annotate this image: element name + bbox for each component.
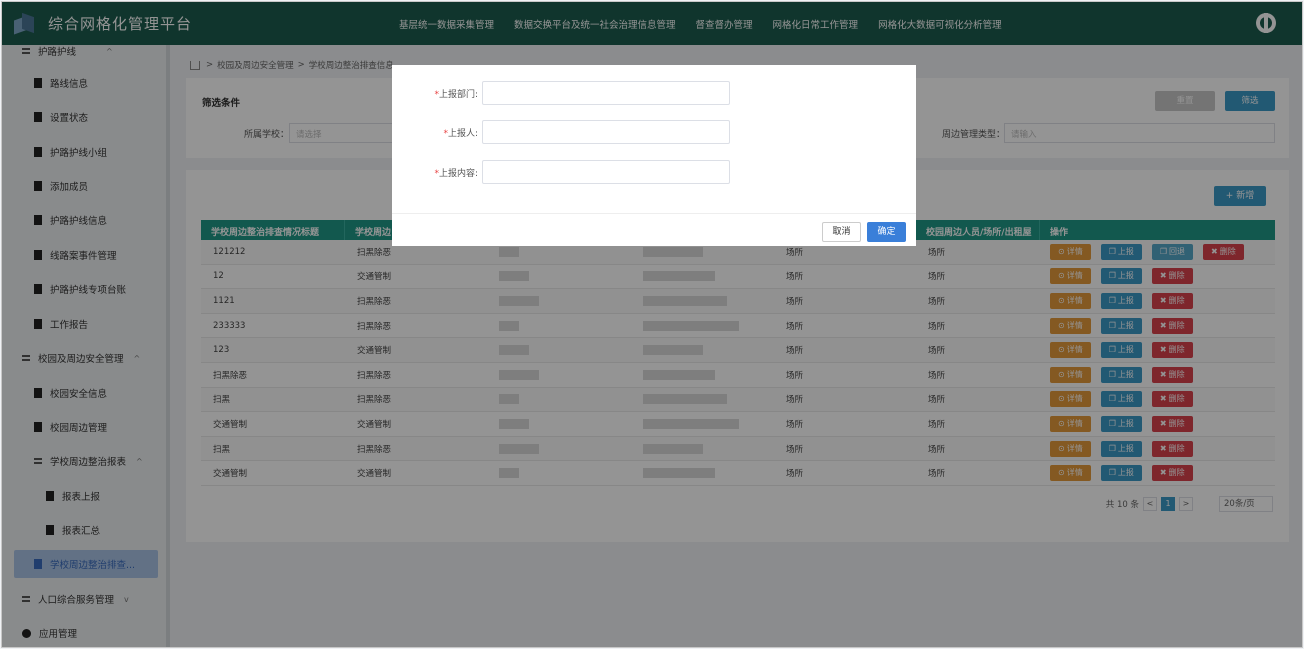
app-window: 综合网格化管理平台 基层统一数据采集管理 数据交换平台及统一社会治理信息管理 督… bbox=[1, 1, 1303, 648]
department-input[interactable] bbox=[482, 81, 730, 105]
cancel-button[interactable]: 取消 bbox=[822, 222, 861, 242]
reporter-input[interactable] bbox=[482, 120, 730, 144]
confirm-button[interactable]: 确定 bbox=[867, 222, 906, 242]
dialog-footer: 取消 确定 bbox=[392, 213, 916, 246]
content-label: 上报内容: bbox=[438, 168, 478, 179]
report-dialog: *上报部门: *上报人: *上报内容: 取消 确定 bbox=[392, 65, 916, 246]
reporter-label: 上报人: bbox=[447, 128, 478, 139]
department-label: 上报部门: bbox=[438, 89, 478, 100]
field-content: *上报内容: bbox=[392, 160, 730, 184]
field-department: *上报部门: bbox=[392, 81, 730, 105]
field-reporter: *上报人: bbox=[392, 120, 730, 144]
content-input[interactable] bbox=[482, 160, 730, 184]
